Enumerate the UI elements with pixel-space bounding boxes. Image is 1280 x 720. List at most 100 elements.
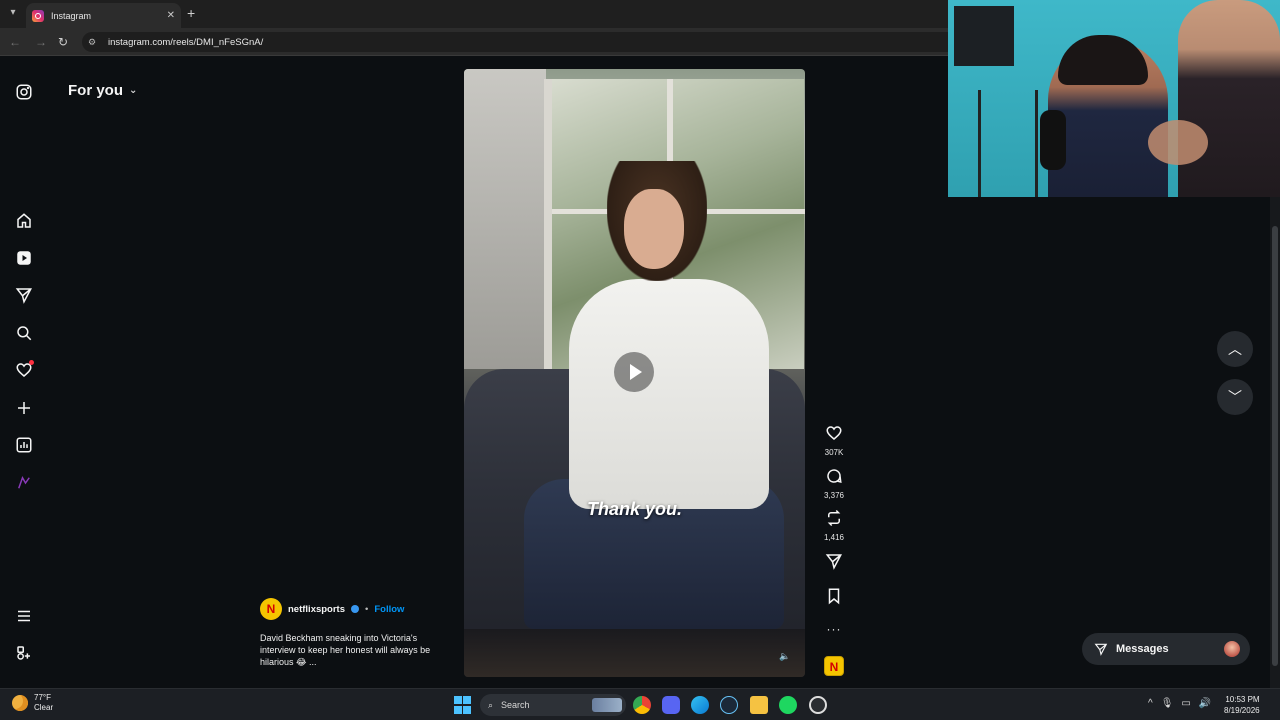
search-icon[interactable] [14,323,34,343]
site-settings-icon[interactable]: ⚙ [88,37,100,47]
notification-dot [29,360,34,365]
message-contact-avatar [1224,641,1240,657]
post-author-row: N netflixsports • Follow [260,598,404,620]
instagram-favicon-icon [32,9,44,22]
weather-widget[interactable]: 77°F Clear [12,693,53,713]
taskbar-search-label: Search [501,700,530,710]
comment-button[interactable]: 3,376 [818,467,850,500]
messages-button[interactable]: Messages [1082,633,1250,665]
post-caption[interactable]: David Beckham sneaking into Victoria's i… [260,632,450,668]
webcam-shelf [954,6,1014,66]
webcam-microphone [1040,110,1066,170]
forward-arrow-icon[interactable]: → [33,34,49,50]
windows-taskbar: 77°F Clear ⌕ Search ^ 🎙 ▭ 🔊 10:53 PM 8/1… [0,688,1280,720]
windows-start-icon[interactable] [454,696,472,714]
clock-time: 10:53 PM [1225,695,1260,704]
video-floor [464,629,805,677]
verified-badge-icon [351,605,360,613]
video-subtitle: Thank you. [586,499,682,519]
save-button[interactable] [818,587,850,610]
like-count: 307K [824,448,844,457]
play-button[interactable] [614,352,654,392]
messages-label: Messages [1116,643,1169,655]
taskbar-search[interactable]: ⌕ Search [480,694,626,716]
back-arrow-icon[interactable]: ← [7,34,23,50]
weather-temperature: 77°F [34,693,51,702]
comment-icon [827,469,842,484]
share-button[interactable] [818,552,850,575]
repost-count: 1,416 [823,533,845,542]
spotify-icon[interactable] [779,696,797,714]
new-tab-plus-icon[interactable]: + [187,5,195,21]
previous-reel-button[interactable]: ︿ [1217,331,1253,367]
tab-close-icon[interactable]: ✕ [167,10,175,21]
search-icon: ⌕ [488,699,494,710]
video-person-shirt [569,279,769,509]
like-button[interactable]: 307K [818,424,850,457]
feed-heading: For you [68,82,123,99]
reels-icon[interactable] [14,248,34,268]
url-field[interactable]: ⚙ instagram.com/reels/DMI_nFeSGnA/ [82,32,948,52]
system-tray: ^ 🎙 ▭ 🔊 [1148,698,1211,709]
webcam-overlay [948,0,1280,197]
tab-search-chevron-icon[interactable]: ▾ [5,5,21,21]
feed-selector[interactable]: For you ⌄ [68,82,137,99]
steam-icon[interactable] [720,696,738,714]
volume-icon[interactable]: 🔊 [1199,698,1211,709]
webcam-stand [978,90,1038,197]
comment-count: 3,376 [823,491,845,500]
notifications-heart-icon[interactable] [14,360,34,380]
create-plus-icon[interactable] [14,398,34,418]
home-icon[interactable] [14,211,34,231]
clock-date: 8/19/2026 [1224,706,1260,715]
more-options-icon[interactable]: ··· [818,622,850,636]
audio-avatar[interactable]: N [824,656,844,676]
video-person-face [624,189,684,269]
profile-avatar-icon[interactable] [14,473,34,493]
search-highlight-icon [592,698,622,712]
separator-dot: • [365,603,369,615]
browser-tab-bar: ▾ Instagram ✕ + [0,0,948,28]
dashboard-icon[interactable] [14,435,34,455]
reel-video[interactable]: Thank you. 🔈 [464,69,805,677]
follow-button[interactable]: Follow [374,604,404,615]
reload-icon[interactable]: ↻ [55,34,71,50]
weather-moon-icon [12,695,28,711]
share-send-icon [825,554,842,570]
chrome-icon[interactable] [633,696,651,714]
also-from-meta-icon[interactable] [14,643,34,663]
edge-icon[interactable] [691,696,709,714]
browser-tab-instagram[interactable]: Instagram ✕ [26,3,181,28]
tab-title: Instagram [51,10,92,21]
messages-send-icon [1094,643,1108,656]
page-scrollbar[interactable] [1270,196,1280,688]
webcam-person-hair [1058,35,1148,85]
browser-address-bar: ← → ↻ ⚙ instagram.com/reels/DMI_nFeSGnA/ [0,28,948,56]
weather-condition: Clear [34,703,54,712]
next-reel-button[interactable]: ﹀ [1217,379,1253,415]
microphone-icon[interactable]: 🎙 [1161,698,1174,709]
repost-button[interactable]: 1,416 [818,509,850,542]
video-wall [464,69,546,369]
system-clock[interactable]: 10:53 PM 8/19/2026 [1224,694,1260,716]
instagram-logo-icon[interactable] [14,82,34,102]
file-explorer-icon[interactable] [750,696,768,714]
chevron-down-icon: ⌄ [129,85,138,96]
network-icon[interactable]: ▭ [1181,698,1190,709]
direct-messages-icon[interactable] [14,285,34,305]
chevron-up-icon: ︿ [1228,341,1242,357]
mute-speaker-icon[interactable]: 🔈 [778,649,792,663]
scrollbar-thumb[interactable] [1272,226,1278,666]
author-avatar[interactable]: N [260,598,282,620]
discord-icon[interactable] [662,696,680,714]
obs-icon[interactable] [809,696,827,714]
webcam-person-right [1178,0,1280,197]
bookmark-icon [828,588,840,605]
chevron-down-icon: ﹀ [1228,389,1242,405]
repost-icon [827,509,841,527]
webcam-hand [1148,120,1208,165]
url-text: instagram.com/reels/DMI_nFeSGnA/ [108,36,264,48]
tray-overflow-chevron-icon[interactable]: ^ [1148,698,1153,709]
author-name[interactable]: netflixsports [288,604,345,615]
more-menu-icon[interactable] [14,606,34,626]
